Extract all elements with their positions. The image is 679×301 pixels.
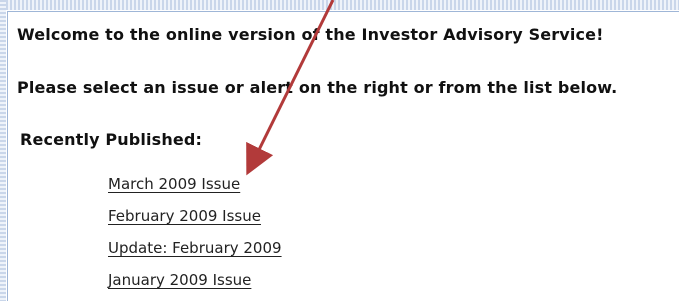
issue-link-january-2009[interactable]: January 2009 Issue (108, 271, 251, 289)
top-page-border (6, 0, 679, 10)
list-item: February 2009 Issue (108, 204, 282, 236)
recent-issues-list: March 2009 Issue February 2009 Issue Upd… (108, 172, 282, 300)
left-page-border (0, 0, 6, 301)
issue-link-march-2009[interactable]: March 2009 Issue (108, 175, 240, 193)
issue-link-february-2009[interactable]: February 2009 Issue (108, 207, 261, 225)
list-item: January 2009 Issue (108, 268, 282, 300)
issue-link-update-february-2009[interactable]: Update: February 2009 (108, 239, 282, 257)
instruction-message: Please select an issue or alert on the r… (17, 78, 618, 97)
recently-published-heading: Recently Published: (20, 130, 203, 149)
welcome-message: Welcome to the online version of the Inv… (17, 25, 604, 44)
list-item: Update: February 2009 (108, 236, 282, 268)
list-item: March 2009 Issue (108, 172, 282, 204)
